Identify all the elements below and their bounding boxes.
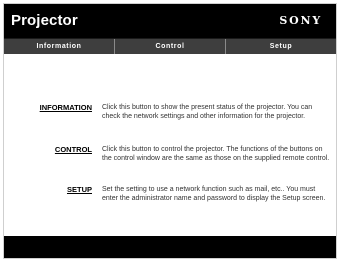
footer-bar xyxy=(4,236,336,258)
control-link[interactable]: CONTROL xyxy=(55,145,92,154)
control-description: Click this button to control the project… xyxy=(102,146,330,163)
information-link[interactable]: INFORMATION xyxy=(40,103,92,112)
tab-control[interactable]: Control xyxy=(115,39,226,54)
tab-information[interactable]: Information xyxy=(4,39,115,54)
tab-setup[interactable]: Setup xyxy=(226,39,336,54)
information-description: Click this button to show the present st… xyxy=(102,104,313,121)
setup-description: Set the setting to use a network functio… xyxy=(102,186,326,203)
app-title: Projector xyxy=(11,12,78,29)
header-bar: Projector SONY xyxy=(4,4,336,38)
nav-tabs: Information Control Setup xyxy=(4,38,336,54)
web-page-frame: Projector SONY Information Control Setup… xyxy=(3,3,337,259)
setup-link[interactable]: SETUP xyxy=(67,185,92,194)
brand-logo: SONY xyxy=(279,14,322,27)
